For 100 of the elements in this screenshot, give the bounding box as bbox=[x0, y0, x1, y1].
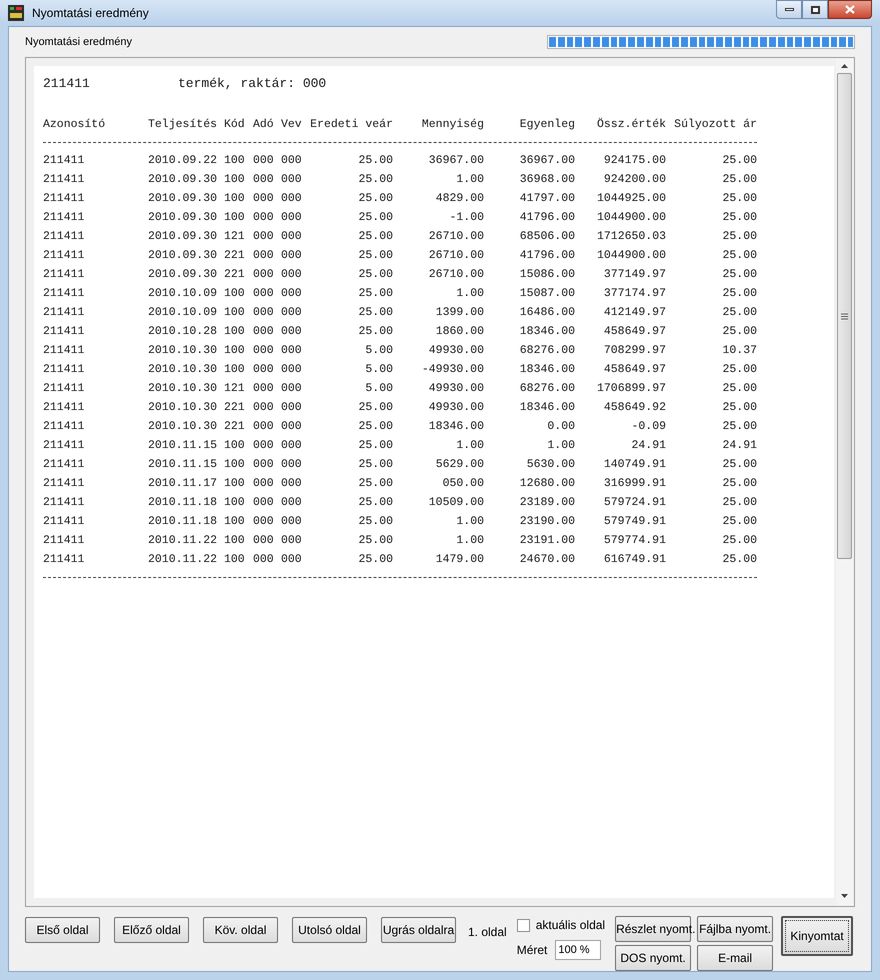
table-cell: 5.00 bbox=[365, 362, 393, 376]
table-cell: 579774.91 bbox=[604, 534, 666, 547]
table-cell: 25.00 bbox=[722, 210, 757, 224]
column-header: Össz.érték bbox=[596, 118, 666, 131]
table-cell: 49930.00 bbox=[428, 400, 484, 414]
table-cell: -49930.00 bbox=[422, 362, 484, 376]
table-cell: 000 bbox=[253, 534, 274, 547]
page-number: 1. oldal bbox=[468, 924, 507, 941]
panel-label: Nyomtatási eredmény bbox=[25, 34, 132, 50]
table-cell: 15086.00 bbox=[520, 268, 575, 281]
size-field[interactable]: 100 % bbox=[555, 940, 602, 960]
table-cell: 25.00 bbox=[722, 400, 757, 414]
table-cell: 708299.97 bbox=[604, 344, 666, 357]
table-cell: 211411 bbox=[43, 458, 84, 471]
table-cell: 000 bbox=[253, 248, 274, 262]
close-button[interactable] bbox=[828, 0, 872, 19]
table-cell: 100 bbox=[224, 362, 245, 376]
table-cell: 100 bbox=[224, 324, 245, 338]
table-cell: 000 bbox=[253, 230, 274, 243]
table-cell: 211411 bbox=[43, 324, 84, 338]
table-cell: 24670.00 bbox=[520, 552, 575, 566]
table-cell: 000 bbox=[281, 324, 302, 338]
print-button[interactable]: Kinyomtat bbox=[781, 916, 854, 956]
table-cell: 000 bbox=[253, 210, 274, 224]
table-cell: 211411 bbox=[43, 534, 84, 547]
toolbar-button[interactable]: Köv. oldal bbox=[203, 917, 278, 943]
table-cell: 000 bbox=[253, 438, 274, 452]
toolbar-button[interactable]: Előző oldal bbox=[114, 917, 189, 943]
table-cell: 616749.91 bbox=[604, 552, 666, 566]
table-cell: 25.00 bbox=[722, 514, 757, 528]
table-cell: 000 bbox=[281, 192, 302, 205]
table-cell: 211411 bbox=[43, 268, 84, 281]
table-cell: 25.00 bbox=[358, 438, 393, 452]
table-cell: 2010.11.17 bbox=[148, 476, 218, 490]
table-cell: 23189.00 bbox=[520, 496, 575, 509]
toolbar-button[interactable]: Ugrás oldalra bbox=[381, 917, 456, 943]
table-cell: 36967.00 bbox=[520, 154, 575, 167]
minimize-button[interactable] bbox=[776, 0, 802, 19]
table-cell: 000 bbox=[281, 458, 302, 471]
scrollbar[interactable] bbox=[836, 59, 853, 905]
table-cell: 000 bbox=[253, 286, 274, 300]
table-cell: 25.00 bbox=[358, 306, 393, 319]
table-cell: 12680.00 bbox=[520, 476, 575, 490]
current-page-checkbox[interactable] bbox=[516, 918, 530, 932]
toolbar-button[interactable]: Első oldal bbox=[25, 917, 100, 943]
table-cell: 000 bbox=[253, 172, 274, 186]
table-cell: 000 bbox=[253, 476, 274, 490]
toolbar-button[interactable]: E-mail bbox=[697, 945, 774, 971]
table-cell: 211411 bbox=[43, 382, 84, 395]
table-cell: 000 bbox=[253, 154, 274, 167]
table-cell: 25.00 bbox=[722, 420, 757, 433]
table-cell: 18346.00 bbox=[428, 420, 484, 433]
table-cell: 18346.00 bbox=[520, 400, 575, 414]
table-cell: 1479.00 bbox=[436, 552, 484, 566]
table-cell: 000 bbox=[253, 420, 274, 433]
toolbar-button[interactable]: Fájlba nyomt. bbox=[697, 916, 774, 942]
window-title: Nyomtatási eredmény bbox=[32, 5, 149, 22]
table-cell: 100 bbox=[224, 192, 245, 205]
table-cell: 221 bbox=[224, 400, 245, 414]
table-cell: 2010.09.30 bbox=[148, 172, 218, 186]
table-cell: 1044900.00 bbox=[596, 248, 666, 262]
table-cell: -0.09 bbox=[631, 420, 666, 433]
table-cell: 25.00 bbox=[358, 324, 393, 338]
table-cell: 25.00 bbox=[358, 552, 393, 566]
table-cell: 000 bbox=[281, 172, 302, 186]
column-header: Egyenleg bbox=[520, 118, 575, 131]
table-cell: 100 bbox=[224, 534, 245, 547]
toolbar-button[interactable]: Utolsó oldal bbox=[292, 917, 367, 943]
table-cell: 211411 bbox=[43, 154, 84, 167]
table-cell: 41796.00 bbox=[520, 248, 575, 262]
table-cell: 1.00 bbox=[456, 534, 484, 547]
table-cell: 2010.10.30 bbox=[148, 382, 218, 395]
table-cell: 100 bbox=[224, 210, 245, 224]
table-cell: 1399.00 bbox=[436, 306, 484, 319]
table-cell: 2010.10.30 bbox=[148, 420, 218, 433]
table-cell: 211411 bbox=[43, 362, 84, 376]
table-cell: 2010.10.30 bbox=[148, 362, 218, 376]
table-cell: 100 bbox=[224, 438, 245, 452]
table-cell: 000 bbox=[253, 344, 274, 357]
table-cell: 25.00 bbox=[722, 476, 757, 490]
table-cell: 316999.91 bbox=[604, 476, 666, 490]
table-cell: 000 bbox=[253, 496, 274, 509]
table-cell: 25.00 bbox=[358, 534, 393, 547]
maximize-button[interactable] bbox=[802, 0, 828, 19]
table-cell: 000 bbox=[281, 534, 302, 547]
table-cell: 000 bbox=[281, 476, 302, 490]
column-header: Adó bbox=[253, 118, 274, 131]
table-cell: 000 bbox=[281, 306, 302, 319]
table-cell: 211411 bbox=[43, 476, 84, 490]
table-cell: 458649.97 bbox=[604, 362, 666, 376]
table-cell: 2010.09.30 bbox=[148, 230, 218, 243]
table-cell: 26710.00 bbox=[428, 268, 484, 281]
table-cell: 25.00 bbox=[722, 192, 757, 205]
table-cell: 1.00 bbox=[456, 514, 484, 528]
column-header: Vev bbox=[281, 118, 302, 131]
table-cell: 579724.91 bbox=[604, 496, 666, 509]
table-cell: 050.00 bbox=[442, 476, 484, 490]
toolbar-button[interactable]: DOS nyomt. bbox=[615, 945, 692, 971]
table-cell: 25.00 bbox=[358, 248, 393, 262]
table-cell: 25.00 bbox=[358, 496, 393, 509]
